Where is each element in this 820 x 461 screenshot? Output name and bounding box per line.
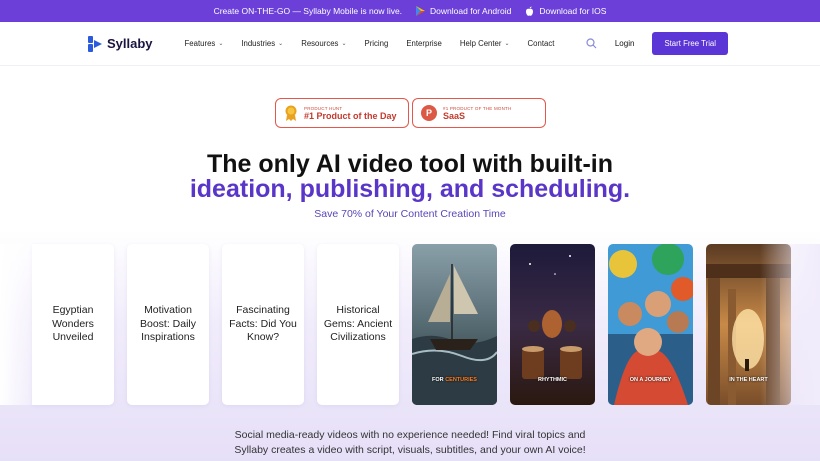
start-free-trial-button[interactable]: Start Free Trial xyxy=(652,32,728,55)
hero-section: The only AI video tool with built-in ide… xyxy=(0,150,820,220)
hero-description: Social media-ready videos with no experi… xyxy=(0,428,820,458)
video-thumbnail-friends[interactable]: ON A JOURNEY xyxy=(608,244,693,405)
caption-white: FOR xyxy=(432,377,444,383)
badge-small-text: #1 PRODUCT OF THE MONTH xyxy=(443,105,512,111)
topic-card[interactable]: Historical Gems: Ancient Civilizations xyxy=(317,244,399,405)
nav-item-industries[interactable]: Industries ⌄ xyxy=(241,39,283,48)
badge-title: SaaS xyxy=(443,110,466,121)
chevron-down-icon: ⌄ xyxy=(278,41,284,47)
google-play-icon xyxy=(416,6,426,16)
product-hunt-day-badge[interactable]: PRODUCT HUNT #1 Product of the Day xyxy=(275,98,409,128)
hero-title-line2: ideation, publishing, and scheduling. xyxy=(189,175,631,203)
chevron-down-icon: ⌄ xyxy=(341,41,347,47)
topic-card[interactable]: Motivation Boost: Daily Inspirations xyxy=(127,244,209,405)
nav-item-contact[interactable]: Contact xyxy=(528,39,555,48)
video-thumbnail-ship[interactable]: FOR CENTURIES xyxy=(412,244,497,405)
search-icon[interactable] xyxy=(586,38,597,49)
hero-title-line1: The only AI video tool with built-in xyxy=(207,150,613,178)
nav-item-help-center[interactable]: Help Center ⌄ xyxy=(460,39,510,48)
nav-label: Features xyxy=(184,39,216,48)
description-line1: Social media-ready videos with no experi… xyxy=(234,429,586,441)
nav-label: Enterprise xyxy=(406,39,442,48)
video-gallery: Egyptian Wonders Unveiled Motivation Boo… xyxy=(32,244,791,405)
video-caption: FOR CENTURIES xyxy=(412,377,497,383)
medal-icon xyxy=(285,105,297,121)
download-ios-link[interactable]: Download for IOS xyxy=(525,6,606,16)
topic-card[interactable]: Fascinating Facts: Did You Know? xyxy=(222,244,304,405)
apple-icon xyxy=(526,6,534,16)
gallery-fade-left xyxy=(0,244,46,405)
video-thumbnail-drums[interactable]: RHYTHMIC xyxy=(510,244,595,405)
product-hunt-icon: P xyxy=(421,105,437,121)
logo-text: Syllaby xyxy=(107,36,153,51)
chevron-down-icon: ⌄ xyxy=(218,41,224,47)
product-hunt-month-badge[interactable]: P #1 PRODUCT OF THE MONTH SaaS xyxy=(412,98,546,128)
video-caption: ON A JOURNEY xyxy=(629,377,672,383)
video-caption: RHYTHMIC xyxy=(537,377,568,383)
description-line2: Syllaby creates a video with script, vis… xyxy=(234,444,586,456)
badge-title: #1 Product of the Day xyxy=(304,110,397,121)
caption-orange: CENTURIES xyxy=(445,377,477,383)
ios-label: Download for IOS xyxy=(539,6,607,16)
nav-label: Contact xyxy=(527,39,555,48)
announcement-banner: Create ON-THE-GO — Syllaby Mobile is now… xyxy=(0,0,820,22)
login-link[interactable]: Login xyxy=(615,39,635,48)
nav-label: Pricing xyxy=(364,39,389,48)
main-navbar: Syllaby Features ⌄ Industries ⌄ Resources ⌄… xyxy=(0,22,820,66)
nav-label: Industries xyxy=(241,39,276,48)
nav-label: Help Center xyxy=(459,39,502,48)
hero-subtitle: Save 70% of Your Content Creation Time xyxy=(314,208,506,220)
syllaby-logo[interactable]: Syllaby xyxy=(88,35,153,52)
nav-item-resources[interactable]: Resources ⌄ xyxy=(301,39,346,48)
android-label: Download for Android xyxy=(430,6,512,16)
gallery-fade-right xyxy=(760,244,820,405)
syllaby-logo-icon xyxy=(88,35,102,52)
nav-item-features[interactable]: Features ⌄ xyxy=(185,39,224,48)
nav-label: Resources xyxy=(301,39,339,48)
nav-menu: Features ⌄ Industries ⌄ Resources ⌄ Pricing… xyxy=(185,39,586,48)
award-badges: PRODUCT HUNT #1 Product of the Day P #1 … xyxy=(275,98,546,128)
banner-text: Create ON-THE-GO — Syllaby Mobile is now… xyxy=(213,6,403,16)
nav-item-enterprise[interactable]: Enterprise xyxy=(406,39,442,48)
nav-item-pricing[interactable]: Pricing xyxy=(365,39,389,48)
download-android-link[interactable]: Download for Android xyxy=(416,6,511,16)
chevron-down-icon: ⌄ xyxy=(504,41,510,47)
nav-actions: Login Start Free Trial xyxy=(586,32,728,55)
